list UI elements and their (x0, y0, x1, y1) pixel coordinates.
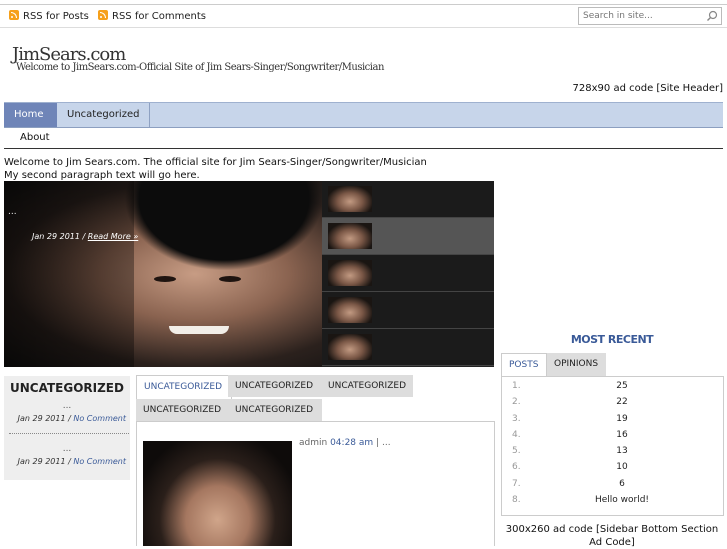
slide-caption-overlay (4, 181, 134, 367)
recent-post-link[interactable]: 16 (542, 430, 702, 440)
recent-post-link[interactable]: 19 (542, 414, 702, 424)
entry-sep: / (68, 414, 71, 423)
nav-item-about[interactable]: About (20, 132, 50, 143)
most-recent-list: 1. 25 2. 22 3. 19 4. 16 5. 13 6. 10 7. 6 8. Hell… (501, 376, 724, 516)
post-panel: admin 04:28 am | ... (136, 421, 495, 546)
comments-link[interactable]: No Comment (73, 457, 126, 466)
rss-comments-label: RSS for Comments (112, 11, 206, 22)
divider (9, 433, 129, 434)
slider-thumb[interactable] (322, 255, 494, 292)
list-item: ... Jan 29 2011 / No Comment (4, 444, 130, 466)
list-item: 1. 25 (502, 381, 723, 397)
entry-date: Jan 29 2011 (17, 457, 66, 466)
sidebar-ad: 300x260 ad code [Sidebar Bottom Section … (505, 524, 719, 548)
featured-slider: ... Jan 29 2011 / Read More » (4, 181, 494, 367)
slide-image-hair (124, 181, 324, 271)
thumb-image (328, 334, 372, 360)
list-item: 4. 16 (502, 430, 723, 446)
entry-meta: Jan 29 2011 / No Comment (4, 457, 130, 466)
list-item: 3. 19 (502, 414, 723, 430)
entry-sep: / (68, 457, 71, 466)
list-item: 5. 13 (502, 446, 723, 462)
read-more-link[interactable]: Read More » (88, 232, 139, 241)
item-number: 8. (512, 495, 521, 505)
entry-date: Jan 29 2011 (17, 414, 66, 423)
recent-post-link[interactable]: 10 (542, 462, 702, 472)
thumb-image (328, 223, 372, 249)
post-meta-sep: | (376, 438, 380, 448)
tab-uncategorized[interactable]: UNCATEGORIZED (228, 375, 322, 397)
list-item: 7. 6 (502, 479, 723, 495)
list-item: 8. Hello world! (502, 495, 723, 511)
welcome-text: Welcome to Jim Sears.com. The official s… (4, 156, 427, 182)
welcome-line-1: Welcome to Jim Sears.com. The official s… (4, 157, 427, 168)
recent-post-link[interactable]: Hello world! (542, 495, 702, 505)
rss-icon (9, 10, 19, 20)
recent-post-link[interactable]: 25 (542, 381, 702, 391)
tab-uncategorized[interactable]: UNCATEGORIZED (228, 399, 322, 421)
main-nav: Home Uncategorized (4, 102, 723, 128)
header-ad: 728x90 ad code [Site Header] (572, 83, 723, 94)
recent-post-link[interactable]: 13 (542, 446, 702, 456)
slide-image-smile (169, 326, 229, 334)
uncategorized-title: UNCATEGORIZED (10, 381, 124, 395)
slide-image-eye (154, 276, 176, 282)
slide-image[interactable]: ... Jan 29 2011 / Read More » (4, 181, 324, 367)
list-item: ... Jan 29 2011 / No Comment (4, 401, 130, 423)
nav-item-uncategorized[interactable]: Uncategorized (57, 103, 151, 127)
slider-thumb[interactable] (322, 181, 494, 218)
site-tagline: Welcome to JimSears.com-Official Site of… (16, 62, 384, 73)
entry-meta: Jan 29 2011 / No Comment (4, 414, 130, 423)
recent-post-link[interactable]: 22 (542, 397, 702, 407)
comments-link[interactable]: No Comment (73, 414, 126, 423)
search-box (578, 7, 722, 25)
most-recent-title: MOST RECENT (570, 333, 654, 346)
list-item: 2. 22 (502, 397, 723, 413)
tab-opinions[interactable]: OPINIONS (547, 353, 606, 376)
entry-excerpt: ... (62, 401, 72, 411)
uncategorized-widget: UNCATEGORIZED ... Jan 29 2011 / No Comme… (4, 376, 130, 480)
sub-nav: About (4, 128, 723, 149)
slider-thumbnails (322, 181, 494, 367)
item-number: 4. (512, 430, 521, 440)
item-number: 2. (512, 397, 521, 407)
post-excerpt: ... (381, 438, 391, 448)
slide-date: Jan 29 2011 (32, 232, 80, 241)
list-item: 6. 10 (502, 462, 723, 478)
rss-icon (98, 10, 108, 20)
tab-uncategorized[interactable]: UNCATEGORIZED (321, 375, 413, 397)
slide-sep: / (82, 232, 86, 241)
item-number: 6. (512, 462, 521, 472)
thumb-image (328, 297, 372, 323)
tab-uncategorized[interactable]: UNCATEGORIZED (136, 399, 228, 421)
tab-uncategorized[interactable]: UNCATEGORIZED (136, 375, 232, 399)
rss-posts-link[interactable]: RSS for Posts (9, 10, 89, 22)
post-time[interactable]: 04:28 am (330, 438, 373, 448)
rss-comments-link[interactable]: RSS for Comments (98, 10, 206, 22)
item-number: 7. (512, 479, 521, 489)
post-meta: admin 04:28 am | ... (299, 438, 391, 448)
slider-thumb[interactable] (322, 329, 494, 366)
slider-thumb[interactable] (322, 218, 494, 255)
search-icon[interactable] (706, 10, 718, 22)
recent-post-link[interactable]: 6 (542, 479, 702, 489)
post-author: admin (299, 438, 328, 448)
thumb-image (328, 186, 372, 212)
item-number: 1. (512, 381, 521, 391)
post-thumbnail[interactable] (143, 441, 292, 546)
slide-excerpt: ... (8, 207, 17, 217)
thumb-image (328, 260, 372, 286)
item-number: 5. (512, 446, 521, 456)
slider-thumb[interactable] (322, 292, 494, 329)
entry-excerpt: ... (62, 444, 72, 454)
tab-posts[interactable]: POSTS (501, 353, 547, 377)
search-input[interactable] (579, 8, 705, 24)
item-number: 3. (512, 414, 521, 424)
slide-image-eye (219, 276, 241, 282)
nav-item-home[interactable]: Home (4, 103, 57, 127)
slide-meta: Jan 29 2011 / Read More » (32, 232, 138, 241)
rss-posts-label: RSS for Posts (23, 11, 89, 22)
